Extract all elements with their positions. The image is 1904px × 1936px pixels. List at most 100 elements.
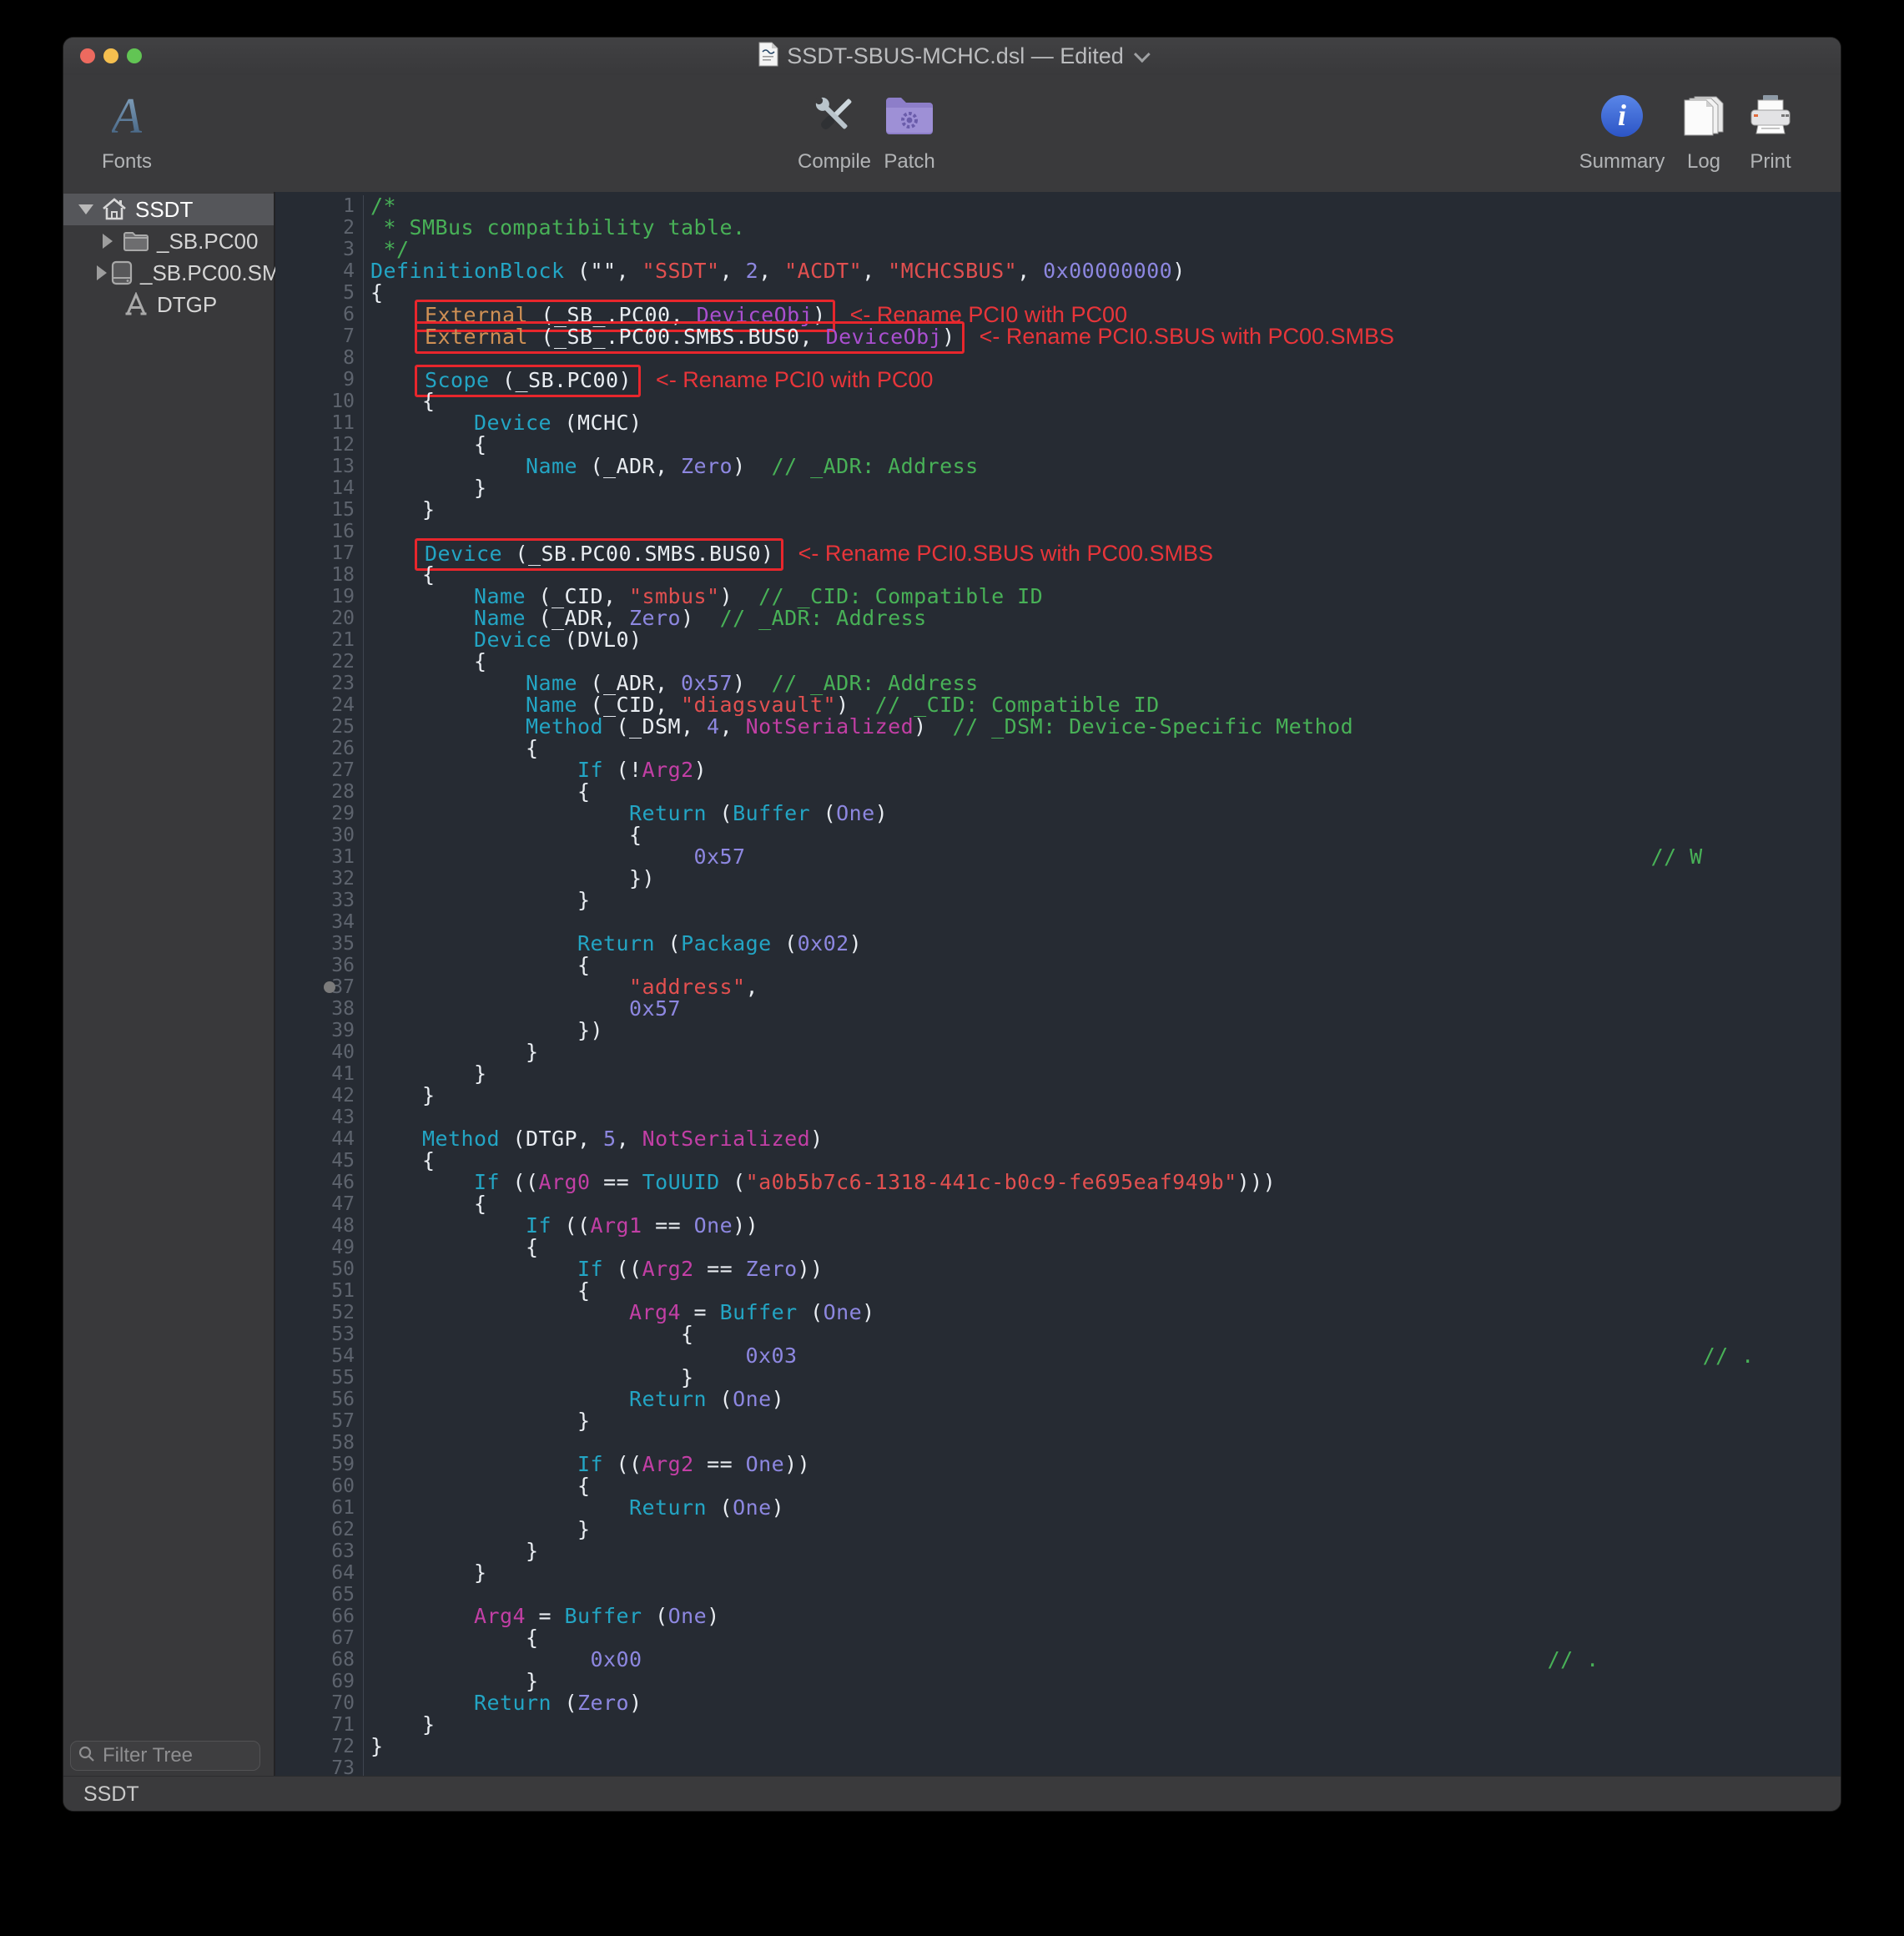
patch-label: Patch: [884, 150, 934, 174]
code-token: [370, 1127, 422, 1151]
code-text: }: [364, 890, 591, 911]
code-token: Zero: [746, 1257, 798, 1281]
code-text: Return (Buffer (One): [364, 803, 888, 824]
code-line: 33 }: [275, 890, 1841, 911]
code-line: 59 If ((Arg2 == One)): [275, 1454, 1841, 1475]
code-token: ==: [694, 1452, 746, 1476]
code-text: If ((Arg2 == Zero)): [364, 1258, 824, 1280]
line-number: 18: [275, 564, 364, 586]
code-line: 12 {: [275, 434, 1841, 456]
device-icon: [110, 260, 133, 285]
code-token: Arg4: [474, 1604, 526, 1628]
code-token: (: [642, 1604, 668, 1628]
code-line: 11 Device (MCHC): [275, 412, 1841, 434]
patch-button[interactable]: Patch: [851, 87, 968, 174]
sidebar-item-label: SSDT: [135, 197, 193, 223]
code-token: ((: [603, 1452, 642, 1476]
sidebar-item-ssdt[interactable]: SSDT: [63, 194, 274, 225]
code-token: ("",: [565, 259, 642, 283]
code-token: }: [370, 1083, 436, 1107]
code-token: NotSerialized: [642, 1127, 811, 1151]
code-line: 14 }: [275, 477, 1841, 499]
rename-annotation: <- Rename PCI0.SBUS with PC00.SMBS: [980, 324, 1394, 349]
code-token: ): [862, 1300, 875, 1324]
code-text: {: [364, 1193, 487, 1215]
code-text: [364, 521, 370, 542]
code-text: If ((Arg1 == One)): [364, 1215, 758, 1237]
line-number: 63: [275, 1540, 364, 1562]
code-text: Scope (_SB.PC00)<- Rename PCI0 with PC00: [364, 369, 933, 391]
code-token: (: [772, 931, 798, 955]
code-token: DeviceObj: [826, 325, 943, 349]
code-token: Zero: [629, 606, 681, 630]
disclosure-right-icon[interactable]: [97, 265, 107, 280]
code-token: [370, 714, 526, 739]
code-token: }: [370, 1712, 436, 1737]
code-token: // _ADR: Address: [720, 606, 927, 630]
sidebar-item-dtgp[interactable]: DTGP: [63, 289, 274, 320]
code-token: ): [707, 1604, 720, 1628]
code-text: Method (DTGP, 5, NotSerialized): [364, 1128, 824, 1150]
sidebar-item-sb-pc00[interactable]: _SB.PC00: [63, 225, 274, 257]
code-line: 73: [275, 1757, 1841, 1776]
code-text: }: [364, 1540, 539, 1562]
line-number: 46: [275, 1172, 364, 1193]
code-token: "SSDT": [642, 259, 720, 283]
code-token: [370, 1647, 591, 1671]
code-token: ,: [862, 259, 888, 283]
code-token: If: [474, 1170, 500, 1194]
code-token: // .: [1548, 1647, 1599, 1671]
sidebar-item-label: _SB.PC00.SM...: [140, 260, 298, 286]
code-text: {: [364, 282, 384, 304]
code-text: }: [364, 1671, 539, 1692]
code-token: Device: [425, 542, 502, 566]
code-token: [370, 1344, 746, 1368]
svg-text:i: i: [1618, 98, 1626, 132]
code-editor[interactable]: 1/*2 * SMBus compatibility table.3 */4De…: [275, 192, 1841, 1776]
line-number: 68: [275, 1649, 364, 1671]
code-token: 0x57: [694, 844, 746, 869]
line-number: 54: [275, 1345, 364, 1367]
title-chevron-icon[interactable]: [1134, 46, 1151, 63]
code-text: {: [364, 564, 436, 586]
line-number: 33: [275, 890, 364, 911]
code-token: [370, 1170, 474, 1194]
line-number: 57: [275, 1410, 364, 1432]
code-token: ): [681, 606, 720, 630]
code-text: If (!Arg2): [364, 759, 707, 781]
line-number: 6: [275, 304, 364, 325]
code-line: 3 */: [275, 239, 1841, 260]
code-text: Return (Zero): [364, 1692, 642, 1714]
code-line: 27 If (!Arg2): [275, 759, 1841, 781]
disclosure-down-icon[interactable]: [75, 204, 97, 214]
sidebar-item-sb-pc00-sm[interactable]: _SB.PC00.SM...: [63, 257, 274, 289]
code-text: {: [364, 391, 436, 412]
code-text: }: [364, 1736, 384, 1757]
line-number: 60: [275, 1475, 364, 1497]
code-token: }: [370, 888, 591, 912]
line-number: 10: [275, 391, 364, 412]
line-number: 64: [275, 1562, 364, 1584]
titlebar[interactable]: SSDT-SBUS-MCHC.dsl — Edited: [63, 38, 1841, 76]
gutter-marker-dot[interactable]: [324, 981, 335, 993]
code-token: }: [370, 1669, 539, 1693]
code-line: 9 Scope (_SB.PC00)<- Rename PCI0 with PC…: [275, 369, 1841, 391]
code-text: Method (_DSM, 4, NotSerialized) // _DSM:…: [364, 716, 1353, 738]
code-token: (_ADR,: [577, 671, 681, 695]
code-token: }: [370, 1061, 487, 1086]
code-lines: 1/*2 * SMBus compatibility table.3 */4De…: [275, 192, 1841, 1776]
code-line: 46 If ((Arg0 == ToUUID ("a0b5b7c6-1318-4…: [275, 1172, 1841, 1193]
fonts-button[interactable]: A Fonts: [68, 87, 185, 174]
code-token: Buffer: [733, 801, 810, 825]
disclosure-right-icon[interactable]: [97, 234, 118, 249]
code-token: "address": [629, 975, 746, 999]
code-line: 26 {: [275, 738, 1841, 759]
code-text: {: [364, 651, 487, 673]
code-line: 51 {: [275, 1280, 1841, 1302]
line-number: 45: [275, 1150, 364, 1172]
code-line: 49 {: [275, 1237, 1841, 1258]
code-token: One: [836, 801, 875, 825]
code-text: }: [364, 477, 487, 499]
print-button[interactable]: Print: [1712, 87, 1829, 174]
code-token: One: [746, 1452, 785, 1476]
